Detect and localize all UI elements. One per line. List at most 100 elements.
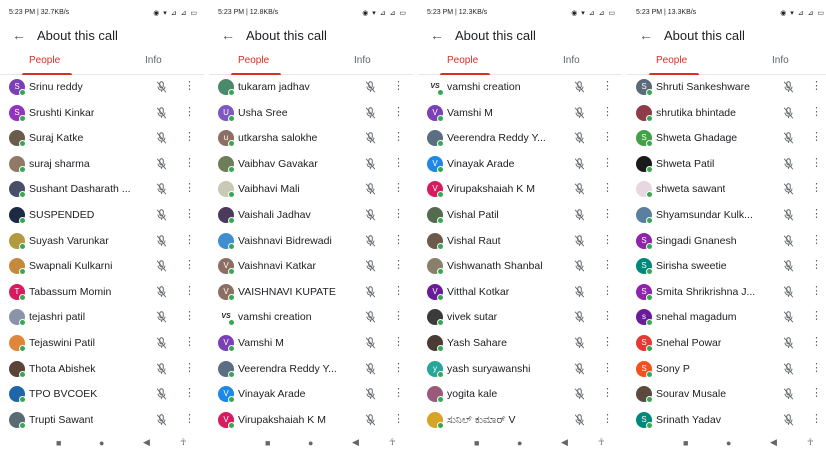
tab-info[interactable]: Info <box>145 55 162 66</box>
more-options-icon[interactable]: ⋮ <box>393 362 404 375</box>
participant-row[interactable]: VS vamshi creation ⋮ <box>209 305 413 331</box>
more-options-icon[interactable]: ⋮ <box>393 259 404 272</box>
participant-row[interactable]: V Virupakshaiah K M ⋮ <box>209 408 413 434</box>
participant-row[interactable]: Sushant Dasharath ... ⋮ <box>0 177 204 203</box>
participant-row[interactable]: yogita kale ⋮ <box>418 382 622 408</box>
more-options-icon[interactable]: ⋮ <box>811 285 822 298</box>
participant-row[interactable]: Shweta Patil ⋮ <box>627 152 826 178</box>
participant-row[interactable]: S Singadi Gnanesh ⋮ <box>627 229 826 255</box>
more-options-icon[interactable]: ⋮ <box>602 208 613 221</box>
more-options-icon[interactable]: ⋮ <box>393 285 404 298</box>
back-nav-button[interactable]: ◀ <box>143 437 150 448</box>
participant-row[interactable]: S Sony P ⋮ <box>627 357 826 383</box>
more-options-icon[interactable]: ⋮ <box>393 80 404 93</box>
participant-row[interactable]: Vishal Patil ⋮ <box>418 203 622 229</box>
more-options-icon[interactable]: ⋮ <box>811 336 822 349</box>
more-options-icon[interactable]: ⋮ <box>393 387 404 400</box>
participant-row[interactable]: Veerendra Reddy Y... ⋮ <box>209 357 413 383</box>
more-options-icon[interactable]: ⋮ <box>811 106 822 119</box>
participant-row[interactable]: Vishwanath Shanbal ⋮ <box>418 254 622 280</box>
more-options-icon[interactable]: ⋮ <box>393 106 404 119</box>
participant-row[interactable]: S Sirisha sweetie ⋮ <box>627 254 826 280</box>
more-options-icon[interactable]: ⋮ <box>184 259 195 272</box>
participant-row[interactable]: V Vinayak Arade ⋮ <box>418 152 622 178</box>
participant-row[interactable]: Vaibhav Gavakar ⋮ <box>209 152 413 178</box>
participant-row[interactable]: S Smita Shrikrishna J... ⋮ <box>627 280 826 306</box>
participant-row[interactable]: Trupti Sawant ⋮ <box>0 408 204 434</box>
more-options-icon[interactable]: ⋮ <box>602 336 613 349</box>
more-options-icon[interactable]: ⋮ <box>184 413 195 426</box>
recents-button[interactable]: ■ <box>56 438 61 448</box>
more-options-icon[interactable]: ⋮ <box>184 362 195 375</box>
participant-row[interactable]: tejashri patil ⋮ <box>0 305 204 331</box>
participant-row[interactable]: S Snehal Powar ⋮ <box>627 331 826 357</box>
participant-row[interactable]: Vaishali Jadhav ⋮ <box>209 203 413 229</box>
participant-row[interactable]: V Vaishnavi Katkar ⋮ <box>209 254 413 280</box>
participant-row[interactable]: shweta sawant ⋮ <box>627 177 826 203</box>
participant-row[interactable]: Suyash Varunkar ⋮ <box>0 229 204 255</box>
participant-row[interactable]: Vishal Raut ⋮ <box>418 229 622 255</box>
participant-row[interactable]: S Shweta Ghadage ⋮ <box>627 126 826 152</box>
more-options-icon[interactable]: ⋮ <box>184 310 195 323</box>
tab-people[interactable]: People <box>29 55 60 66</box>
accessibility-icon[interactable]: ☥ <box>807 437 814 448</box>
more-options-icon[interactable]: ⋮ <box>811 80 822 93</box>
participant-row[interactable]: vivek sutar ⋮ <box>418 305 622 331</box>
more-options-icon[interactable]: ⋮ <box>393 336 404 349</box>
participant-row[interactable]: u utkarsha salokhe ⋮ <box>209 126 413 152</box>
arrow-back-icon[interactable]: ← <box>639 27 653 43</box>
participant-row[interactable]: Sourav Musale ⋮ <box>627 382 826 408</box>
more-options-icon[interactable]: ⋮ <box>811 131 822 144</box>
more-options-icon[interactable]: ⋮ <box>811 362 822 375</box>
arrow-back-icon[interactable]: ← <box>221 27 235 43</box>
back-nav-button[interactable]: ◀ <box>561 437 568 448</box>
participant-row[interactable]: S Srinu reddy ⋮ <box>0 75 204 101</box>
more-options-icon[interactable]: ⋮ <box>811 310 822 323</box>
participant-row[interactable]: V Vitthal Kotkar ⋮ <box>418 280 622 306</box>
more-options-icon[interactable]: ⋮ <box>184 336 195 349</box>
more-options-icon[interactable]: ⋮ <box>811 387 822 400</box>
tab-info[interactable]: Info <box>772 55 789 66</box>
tab-info[interactable]: Info <box>563 55 580 66</box>
participant-row[interactable]: shrutika bhintade ⋮ <box>627 101 826 127</box>
home-button[interactable]: ● <box>517 438 522 448</box>
participant-row[interactable]: VS vamshi creation ⋮ <box>418 75 622 101</box>
participant-row[interactable]: V Vamshi M ⋮ <box>209 331 413 357</box>
more-options-icon[interactable]: ⋮ <box>602 285 613 298</box>
participant-row[interactable]: V VAISHNAVI KUPATE ⋮ <box>209 280 413 306</box>
more-options-icon[interactable]: ⋮ <box>393 234 404 247</box>
tab-people[interactable]: People <box>656 55 687 66</box>
back-nav-button[interactable]: ◀ <box>352 437 359 448</box>
more-options-icon[interactable]: ⋮ <box>393 310 404 323</box>
tab-people[interactable]: People <box>238 55 269 66</box>
more-options-icon[interactable]: ⋮ <box>393 182 404 195</box>
more-options-icon[interactable]: ⋮ <box>184 80 195 93</box>
recents-button[interactable]: ■ <box>474 438 479 448</box>
participant-row[interactable]: Vaibhavi Mali ⋮ <box>209 177 413 203</box>
accessibility-icon[interactable]: ☥ <box>180 437 187 448</box>
more-options-icon[interactable]: ⋮ <box>811 259 822 272</box>
participant-row[interactable]: Shyamsundar Kulk... ⋮ <box>627 203 826 229</box>
tab-info[interactable]: Info <box>354 55 371 66</box>
arrow-back-icon[interactable]: ← <box>12 27 26 43</box>
participant-row[interactable]: s snehal magadum ⋮ <box>627 305 826 331</box>
accessibility-icon[interactable]: ☥ <box>598 437 605 448</box>
more-options-icon[interactable]: ⋮ <box>602 234 613 247</box>
participant-row[interactable]: V Vinayak Arade ⋮ <box>209 382 413 408</box>
home-button[interactable]: ● <box>726 438 731 448</box>
participant-row[interactable]: Thota Abishek ⋮ <box>0 357 204 383</box>
tab-people[interactable]: People <box>447 55 478 66</box>
participant-row[interactable]: S Srinath Yadav ⋮ <box>627 408 826 434</box>
more-options-icon[interactable]: ⋮ <box>602 413 613 426</box>
more-options-icon[interactable]: ⋮ <box>811 182 822 195</box>
more-options-icon[interactable]: ⋮ <box>811 208 822 221</box>
more-options-icon[interactable]: ⋮ <box>184 208 195 221</box>
participant-row[interactable]: SUSPENDED ⋮ <box>0 203 204 229</box>
participant-row[interactable]: Tejaswini Patil ⋮ <box>0 331 204 357</box>
home-button[interactable]: ● <box>99 438 104 448</box>
participant-row[interactable]: Swapnali Kulkarni ⋮ <box>0 254 204 280</box>
more-options-icon[interactable]: ⋮ <box>602 387 613 400</box>
more-options-icon[interactable]: ⋮ <box>602 80 613 93</box>
more-options-icon[interactable]: ⋮ <box>602 182 613 195</box>
more-options-icon[interactable]: ⋮ <box>811 413 822 426</box>
